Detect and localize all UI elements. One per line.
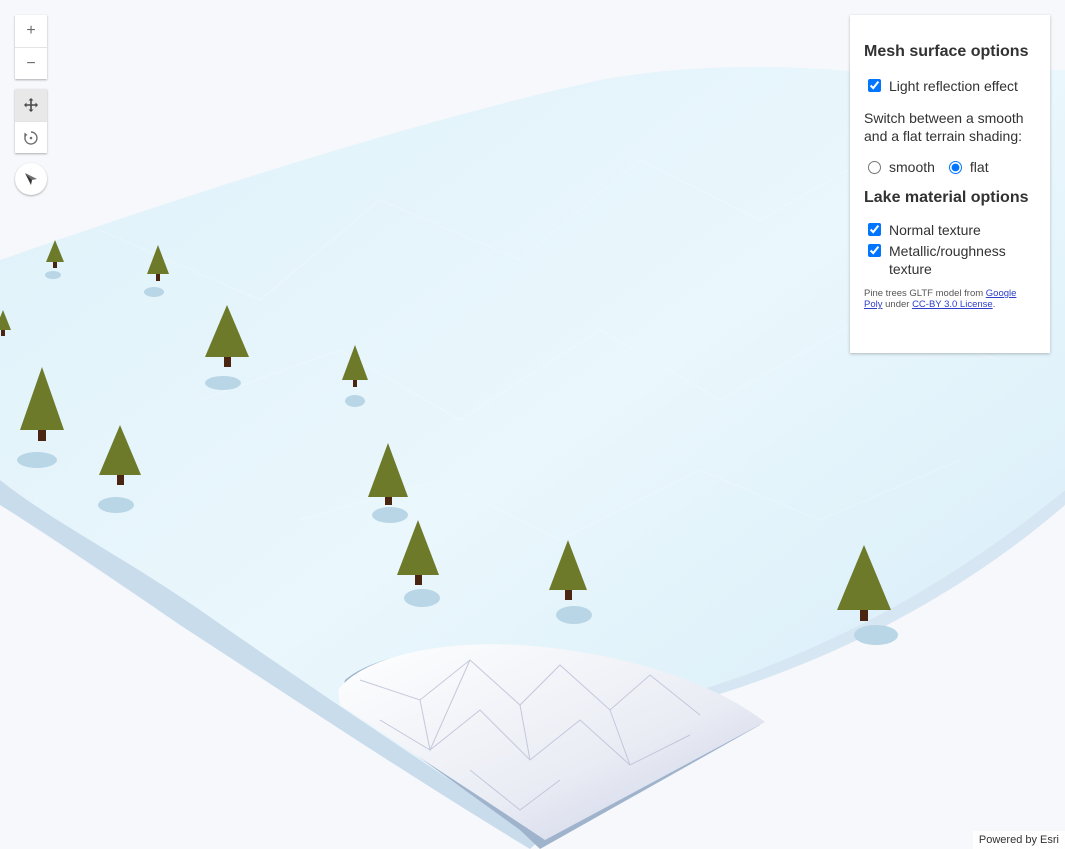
zoom-widget: + − xyxy=(15,15,47,79)
minus-icon: − xyxy=(26,54,36,72)
compass-button[interactable] xyxy=(15,163,47,195)
navigation-toggle xyxy=(15,89,47,153)
flat-radio[interactable] xyxy=(948,160,962,174)
license-link[interactable]: CC-BY 3.0 License xyxy=(912,299,993,310)
lake-options-heading: Lake material options xyxy=(864,189,1029,206)
light-reflection-checkbox[interactable] xyxy=(868,79,881,92)
metallic-texture-label: Metallic/roughness texture xyxy=(889,243,1006,277)
light-reflection-option[interactable]: Light reflection effect xyxy=(864,77,1036,95)
metallic-texture-option[interactable]: Metallic/roughness texture xyxy=(864,242,1036,278)
flat-option[interactable]: flat xyxy=(945,159,989,175)
zoom-in-button[interactable]: + xyxy=(15,15,47,47)
credits-text: Pine trees GLTF model from Google Poly u… xyxy=(864,288,1036,310)
flat-label: flat xyxy=(969,159,989,175)
plus-icon: + xyxy=(26,22,36,39)
rotate-button[interactable] xyxy=(15,121,47,153)
attribution[interactable]: Powered by Esri xyxy=(972,831,1065,849)
options-panel: Mesh surface options Light reflection ef… xyxy=(850,15,1050,353)
zoom-out-button[interactable]: − xyxy=(15,47,47,79)
smooth-radio[interactable] xyxy=(868,160,881,174)
compass-icon xyxy=(25,173,37,185)
smooth-label: smooth xyxy=(889,159,935,175)
credits-mid: under xyxy=(882,299,913,310)
credits-suffix: . xyxy=(992,299,996,310)
normal-texture-option[interactable]: Normal texture xyxy=(864,221,1036,239)
normal-texture-checkbox[interactable] xyxy=(868,223,881,236)
pan-arrows-icon xyxy=(24,98,38,112)
light-reflection-label: Light reflection effect xyxy=(889,78,1018,94)
credits-prefix: Pine trees GLTF model from xyxy=(864,288,986,299)
smooth-option[interactable]: smooth xyxy=(864,159,935,175)
shading-radio-group: smooth flat xyxy=(864,159,1036,175)
normal-texture-label: Normal texture xyxy=(889,222,981,238)
metallic-texture-checkbox[interactable] xyxy=(868,244,881,257)
rotate-icon xyxy=(24,130,38,145)
mesh-options-heading: Mesh surface options xyxy=(864,43,1029,60)
shading-description: Switch between a smooth and a flat terra… xyxy=(864,110,1024,144)
pan-button[interactable] xyxy=(15,89,47,121)
